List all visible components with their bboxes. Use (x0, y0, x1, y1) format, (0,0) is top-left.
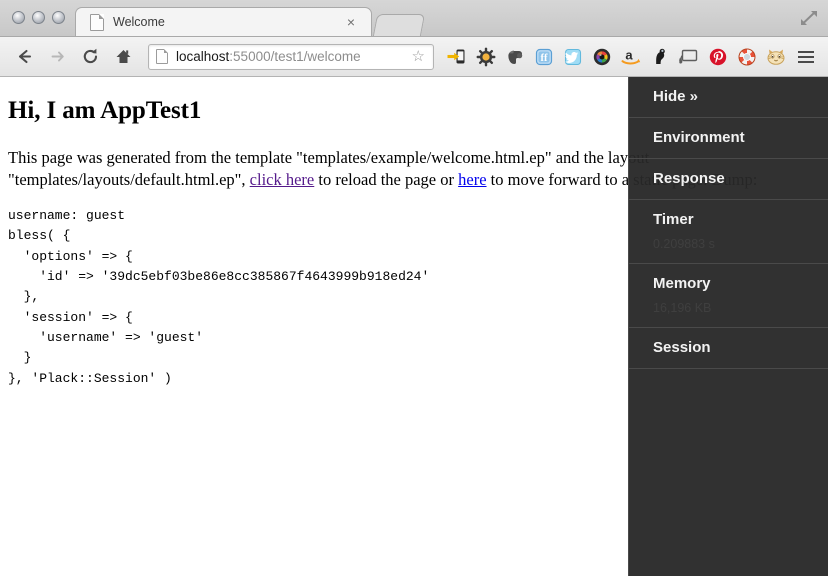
url-path: :55000/test1/welcome (229, 49, 361, 64)
svg-text:ff: ff (540, 53, 547, 64)
chrome-menu-button[interactable] (792, 42, 820, 72)
hamburger-icon (798, 50, 814, 53)
debug-row-session[interactable]: Session (629, 328, 828, 369)
window-controls (12, 11, 65, 24)
debug-row-timer[interactable]: Timer 0.209883 s (629, 200, 828, 264)
reload-page-link[interactable]: click here (250, 170, 315, 189)
document-icon (90, 13, 104, 31)
chromecast-icon[interactable] (674, 42, 703, 72)
debug-row-environment[interactable]: Environment (629, 118, 828, 159)
page-viewport: Hi, I am AppTest1 This page was generate… (0, 77, 828, 576)
profile-head-icon[interactable] (645, 42, 674, 72)
tab-strip: Welcome × (0, 0, 828, 37)
tab-welcome[interactable]: Welcome × (75, 7, 372, 36)
static-page-link[interactable]: here (458, 170, 486, 189)
push-to-phone-icon[interactable] (442, 42, 471, 72)
debug-row-title: Response (653, 170, 725, 187)
twitter-icon[interactable] (558, 42, 587, 72)
bookmark-star-icon[interactable]: ☆ (412, 49, 425, 64)
debug-row-title: Session (653, 339, 711, 356)
evernote-icon[interactable] (500, 42, 529, 72)
debug-row-memory[interactable]: Memory 16,196 KB (629, 264, 828, 328)
debug-row-title: Hide » (653, 88, 699, 105)
browser-window: Welcome × localhost:55000/test1/welcome … (0, 0, 828, 576)
debug-row-response[interactable]: Response (629, 159, 828, 200)
debug-panel-filler (629, 369, 828, 391)
friendfeed-icon[interactable]: ff (529, 42, 558, 72)
svg-text:a: a (625, 47, 633, 62)
debug-row-hide[interactable]: Hide » (629, 77, 828, 118)
browser-toolbar: localhost:55000/test1/welcome ☆ ff a (0, 37, 828, 77)
debug-row-title: Environment (653, 129, 745, 146)
cat-face-icon[interactable] (761, 42, 790, 72)
url-text: localhost:55000/test1/welcome (176, 49, 412, 64)
debug-row-value: 0.209883 s (653, 237, 715, 251)
new-tab-button[interactable] (372, 14, 426, 36)
minimize-window-button[interactable] (32, 11, 45, 24)
fullscreen-toggle[interactable] (798, 7, 820, 29)
lifebuoy-icon[interactable] (732, 42, 761, 72)
close-icon[interactable]: × (347, 15, 355, 29)
debug-row-value: 16,196 KB (653, 301, 712, 315)
debug-row-title: Timer (653, 211, 694, 228)
intro-text-middle: to reload the page or (314, 170, 459, 190)
reload-button[interactable] (76, 43, 104, 71)
extensions-bar: ff a (442, 42, 828, 72)
forward-button[interactable] (43, 43, 71, 71)
gear-icon[interactable] (471, 42, 500, 72)
url-host: localhost (176, 49, 230, 64)
pinterest-icon[interactable] (703, 42, 732, 72)
amazon-icon[interactable]: a (616, 42, 645, 72)
zoom-window-button[interactable] (52, 11, 65, 24)
camera-lens-icon[interactable] (587, 42, 616, 72)
page-info-icon (156, 49, 168, 64)
close-window-button[interactable] (12, 11, 25, 24)
address-bar[interactable]: localhost:55000/test1/welcome ☆ (148, 43, 434, 70)
plack-debug-panel: Hide » Environment Response Timer 0.2098… (628, 77, 828, 576)
tab-title: Welcome (113, 15, 165, 29)
back-button[interactable] (10, 43, 38, 71)
debug-row-title: Memory (653, 275, 711, 292)
home-button[interactable] (109, 43, 137, 71)
